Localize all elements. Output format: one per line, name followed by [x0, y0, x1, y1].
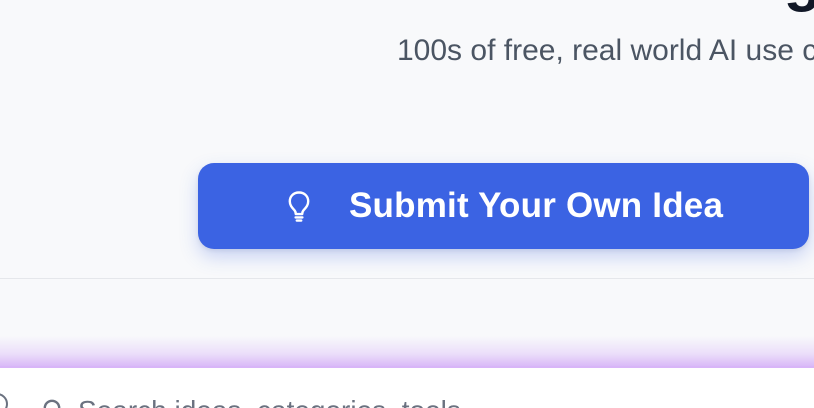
search-input[interactable]	[78, 394, 778, 408]
page-subtitle: 100s of free, real world AI use cases	[397, 34, 814, 67]
search-bar	[0, 366, 814, 408]
filter-icon	[0, 393, 8, 408]
accent-gradient-band	[0, 336, 814, 368]
page-title: Ideas for Learning	[250, 0, 814, 10]
submit-idea-button[interactable]: Submit Your Own Idea	[198, 163, 809, 249]
page: Ideas for Learning 100s of free, real wo…	[0, 0, 814, 408]
search-icon	[42, 398, 66, 408]
section-divider	[0, 278, 814, 279]
submit-idea-label: Submit Your Own Idea	[349, 186, 724, 225]
lightbulb-icon	[286, 189, 312, 223]
